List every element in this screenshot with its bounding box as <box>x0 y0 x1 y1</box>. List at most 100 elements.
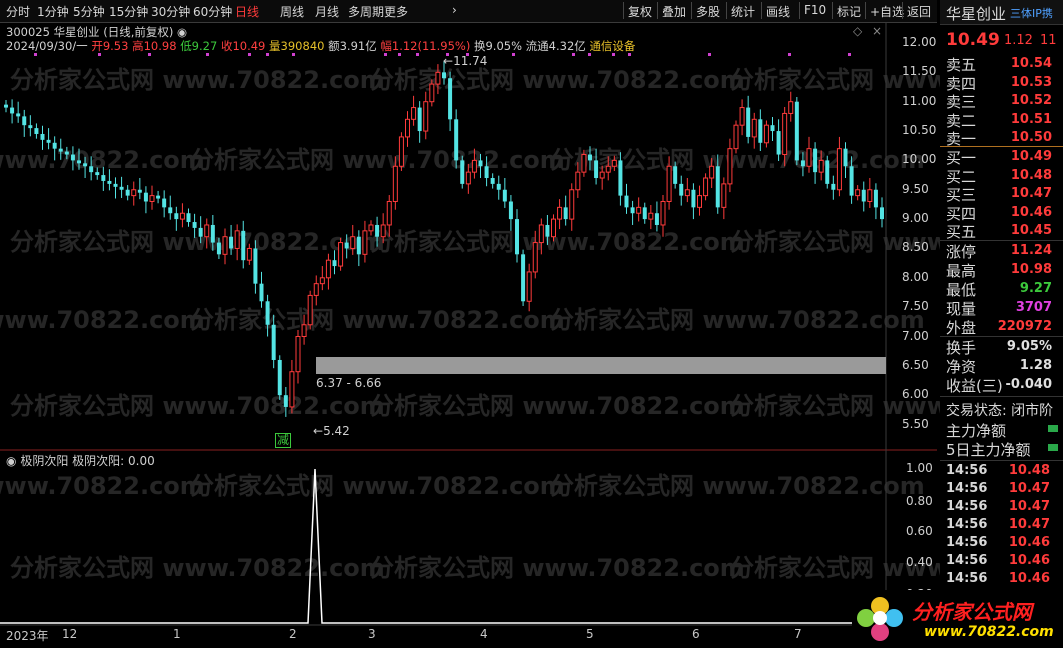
sell-level-5-value: 10.54 <box>1010 56 1052 71</box>
candle-body <box>192 222 197 228</box>
sell-level-2: 卖二 10.51 <box>946 110 1058 130</box>
candle <box>186 208 191 227</box>
candle <box>825 155 830 189</box>
candle-body <box>246 247 252 261</box>
candle <box>521 249 526 306</box>
candle-body <box>636 206 642 214</box>
candle-body <box>253 248 258 284</box>
event-marker <box>34 53 37 56</box>
candle-body <box>277 359 282 396</box>
candle <box>800 152 805 177</box>
candle <box>332 250 337 275</box>
candle-body <box>746 107 751 137</box>
tick-time: 14:56 <box>946 481 988 496</box>
candle <box>721 177 727 220</box>
candle <box>192 213 197 238</box>
settings-circle-icon[interactable]: ◉ <box>6 454 16 468</box>
candle-body <box>484 166 489 179</box>
candle-body <box>545 224 550 237</box>
trade-status: 交易状态: 闭市阶 <box>946 403 1054 419</box>
date-tick-label: 2 <box>289 627 297 641</box>
candle-body <box>605 165 611 173</box>
candle-body <box>137 189 142 193</box>
candle-body <box>575 171 581 191</box>
candle-body <box>313 283 319 296</box>
date-axis: 2023年 12 1 2 3 4 5 6 7 <box>0 627 886 645</box>
candle-body <box>648 212 654 220</box>
candle <box>448 71 453 132</box>
candle-body <box>375 224 380 237</box>
date-tick-label: 3 <box>368 627 376 641</box>
date-tick-label: 12 <box>62 627 78 641</box>
indicator-name[interactable]: 极阴次阳 <box>20 454 68 468</box>
candle <box>83 156 88 179</box>
candle-body <box>119 186 124 190</box>
candle-body <box>149 195 155 202</box>
price-axis: 12.00 11.50 11.00 10.50 10.00 9.50 9.00 8.50 8.0… <box>888 0 936 450</box>
candle <box>241 220 246 269</box>
candle <box>198 216 203 244</box>
candle <box>873 183 878 220</box>
candle-body <box>490 178 495 184</box>
candle <box>806 136 812 173</box>
stat2-0: 换手 9.05% <box>946 337 1058 357</box>
candle <box>478 153 483 179</box>
candle <box>283 386 288 417</box>
candle <box>101 166 106 191</box>
candle-body <box>229 236 234 249</box>
indicator-header: ◉ 极阴次阳 极阴次阳: 0.00 <box>6 452 155 469</box>
buy-level-2-value: 10.48 <box>1010 167 1052 183</box>
tick-row: 14:56 10.46 <box>946 571 1058 589</box>
event-marker <box>788 53 791 56</box>
candle <box>229 224 234 255</box>
candle-body <box>867 189 873 202</box>
candle-body <box>794 101 799 161</box>
candle <box>618 152 623 206</box>
candle <box>679 175 684 206</box>
candle <box>435 64 441 95</box>
divider <box>940 396 1063 397</box>
candle <box>125 185 130 201</box>
candle <box>508 195 513 231</box>
candle-body <box>806 148 812 167</box>
left-arrow-icon: ← <box>313 424 324 438</box>
candle-body <box>198 227 203 237</box>
candle-body <box>478 160 483 167</box>
candle <box>563 195 568 226</box>
candle <box>16 101 21 123</box>
candle <box>538 218 544 255</box>
candle <box>648 205 654 230</box>
sell-level-4-value: 10.53 <box>1010 74 1052 90</box>
candle-body <box>241 230 246 261</box>
candle <box>265 294 270 337</box>
candle <box>411 95 417 126</box>
candle <box>143 186 148 214</box>
candle-body <box>319 277 325 285</box>
candle <box>392 156 398 210</box>
candle-body <box>168 207 173 214</box>
event-marker <box>612 53 615 56</box>
candle <box>484 156 489 187</box>
flower-logo-icon <box>857 597 903 641</box>
band-label: 6.37 - 6.66 <box>316 376 382 390</box>
candle <box>313 275 319 306</box>
event-marker <box>384 53 387 56</box>
date-tick-label: 2023年 <box>6 629 49 643</box>
stat2-2-value: -0.040 <box>1005 377 1052 392</box>
event-marker <box>148 53 151 56</box>
left-arrow-icon: ← <box>443 54 454 68</box>
kline-chart[interactable] <box>0 0 937 648</box>
site-logo: 分析家公式网 www.70822.com <box>852 590 1063 648</box>
candle-body <box>594 160 599 179</box>
candle-body <box>825 160 830 184</box>
candle-body <box>356 236 361 255</box>
candle-body <box>813 148 818 173</box>
tick-price: 10.46 <box>1008 553 1050 568</box>
candle <box>709 158 715 188</box>
concept-tag[interactable]: 三体IP携 <box>1010 5 1053 21</box>
candle-body <box>448 78 453 120</box>
candle <box>763 120 769 148</box>
candle <box>131 181 137 206</box>
tick-time: 14:56 <box>946 571 988 586</box>
candle <box>490 173 495 189</box>
